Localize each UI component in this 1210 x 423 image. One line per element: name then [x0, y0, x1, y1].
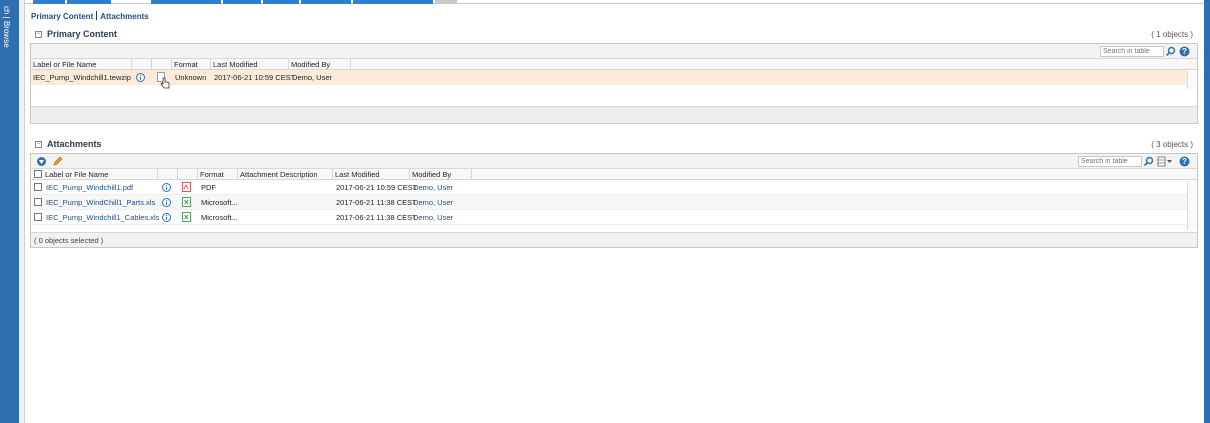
chevron-down-icon[interactable]: [1166, 156, 1173, 167]
primary-table-footer: [31, 106, 1197, 123]
right-edge-bar: [1204, 0, 1210, 423]
help-icon[interactable]: ?: [1179, 46, 1190, 57]
excel-icon[interactable]: [182, 197, 191, 207]
primary-content-panel: − Primary Content ( 1 objects ) ? Label …: [30, 28, 1198, 124]
info-icon[interactable]: [162, 198, 171, 207]
top-tabs-strip: [25, 0, 1204, 4]
collapse-attachments-toggle[interactable]: −: [35, 141, 42, 148]
attachments-footer: ( 0 objects selected ): [31, 232, 1197, 247]
modified-by[interactable]: Demo, User: [413, 198, 453, 207]
file-name[interactable]: IEC_Pump_WindChill1_Parts.xls: [46, 198, 155, 207]
tab-7[interactable]: [353, 0, 433, 4]
subnav-attachments-link[interactable]: Attachments: [100, 12, 148, 21]
col-icon[interactable]: [152, 59, 172, 70]
col-last-modified[interactable]: Last Modified: [211, 59, 289, 70]
hand-cursor-icon: [160, 77, 170, 89]
tab-2[interactable]: [67, 0, 111, 4]
col-info[interactable]: [132, 59, 152, 70]
col-label[interactable]: Label or File Name: [43, 169, 158, 180]
select-all-checkbox[interactable]: [34, 170, 42, 178]
file-format: PDF: [201, 183, 216, 192]
info-icon[interactable]: [136, 73, 145, 82]
attachments-scrollbar[interactable]: [1187, 181, 1197, 230]
last-modified: 2017-06-21 11:38 CEST: [336, 198, 417, 207]
tab-3[interactable]: [151, 0, 221, 4]
subnav-separator: [96, 11, 98, 20]
primary-scrollbar[interactable]: [1187, 71, 1197, 89]
attachments-object-count: ( 3 objects ): [1151, 140, 1193, 149]
col-modified-by[interactable]: Modified By: [289, 59, 351, 70]
download-icon[interactable]: [36, 156, 47, 167]
svg-text:?: ?: [1182, 47, 1187, 56]
content-subnav: Primary Content Attachments: [31, 11, 149, 21]
file-name[interactable]: IEC_Pump_Windchill1.pdf: [46, 183, 133, 192]
modified-by[interactable]: Demo, User: [413, 183, 453, 192]
file-format: Unknown: [175, 73, 207, 82]
file-name[interactable]: IEC_Pump_Windchill1_Cables.xls: [46, 213, 159, 222]
file-format: Microsoft...: [201, 198, 238, 207]
selection-status: ( 0 objects selected ): [34, 236, 104, 245]
primary-table-toolbar: ?: [31, 44, 1197, 59]
modified-by: Demo, User: [292, 73, 333, 82]
subnav-primary-content-link[interactable]: Primary Content: [31, 12, 93, 21]
attachments-panel: − Attachments ( 3 objects ) Search in ta…: [30, 138, 1198, 248]
info-icon[interactable]: [162, 213, 171, 222]
attachments-table-header: Label or File Name Format Attachment Des…: [31, 169, 1197, 180]
col-format[interactable]: Format: [198, 169, 238, 180]
table-row[interactable]: IEC_Pump_Windchill1.pdf PDF 2017-06-21 1…: [31, 180, 1187, 195]
file-format: Microsoft...: [201, 213, 238, 222]
col-label[interactable]: Label or File Name: [31, 59, 132, 70]
last-modified: 2017-06-21 10:59 CEST: [336, 183, 418, 192]
col-last-modified[interactable]: Last Modified: [333, 169, 410, 180]
primary-content-header: − Primary Content ( 1 objects ): [30, 28, 1198, 42]
row-checkbox[interactable]: [34, 213, 42, 221]
file-name[interactable]: IEC_Pump_Windchill1.tewzip: [33, 73, 131, 82]
row-checkbox[interactable]: [34, 183, 42, 191]
row-checkbox[interactable]: [34, 198, 42, 206]
attachments-search-input[interactable]: [1078, 156, 1142, 167]
last-modified: 2017-06-21 10:59 CEST: [214, 73, 296, 82]
svg-text:?: ?: [1182, 157, 1187, 166]
primary-table-header: Label or File Name Format Last Modified …: [31, 59, 1197, 70]
tab-5[interactable]: [263, 0, 299, 4]
search-icon[interactable]: [1143, 156, 1154, 167]
sidebar-label[interactable]: ch | Browse: [2, 6, 11, 48]
table-row[interactable]: IEC_Pump_WindChill1_Parts.xls Microsoft.…: [31, 195, 1187, 210]
tab-1[interactable]: [33, 0, 65, 4]
edit-pencil-icon[interactable]: [52, 156, 63, 167]
col-icon[interactable]: [178, 169, 198, 180]
sidebar-gutter: [19, 0, 25, 423]
primary-content-title: Primary Content: [47, 29, 118, 39]
last-modified: 2017-06-21 11:38 CEST: [336, 213, 417, 222]
col-info[interactable]: [158, 169, 178, 180]
info-icon[interactable]: [162, 183, 171, 192]
col-format[interactable]: Format: [172, 59, 211, 70]
tab-6[interactable]: [301, 0, 351, 4]
tab-8[interactable]: [435, 0, 457, 4]
table-row[interactable]: IEC_Pump_Windchill1.tewzip Unknown 2017-…: [31, 70, 1187, 89]
collapse-primary-toggle[interactable]: −: [35, 31, 42, 38]
attachments-header: − Attachments ( 3 objects ): [30, 138, 1198, 152]
primary-search-input[interactable]: [1100, 46, 1164, 57]
col-modified-by[interactable]: Modified By: [410, 169, 472, 180]
attachments-toolbar: ?: [31, 154, 1197, 169]
attachments-table: ? Label or File Name Format Attachment D…: [30, 153, 1198, 248]
help-icon[interactable]: ?: [1179, 156, 1190, 167]
search-icon[interactable]: [1165, 46, 1176, 57]
primary-object-count: ( 1 objects ): [1151, 30, 1193, 39]
tab-4[interactable]: [223, 0, 261, 4]
excel-icon[interactable]: [182, 212, 191, 222]
table-row[interactable]: IEC_Pump_Windchill1_Cables.xls Microsoft…: [31, 210, 1187, 225]
attachments-title: Attachments: [47, 139, 102, 149]
pdf-icon[interactable]: [182, 182, 191, 192]
modified-by[interactable]: Demo, User: [413, 213, 453, 222]
primary-content-table: ? Label or File Name Format Last Modifie…: [30, 43, 1198, 124]
left-sidebar[interactable]: ch | Browse: [0, 0, 19, 423]
col-attachment-description[interactable]: Attachment Description: [238, 169, 333, 180]
